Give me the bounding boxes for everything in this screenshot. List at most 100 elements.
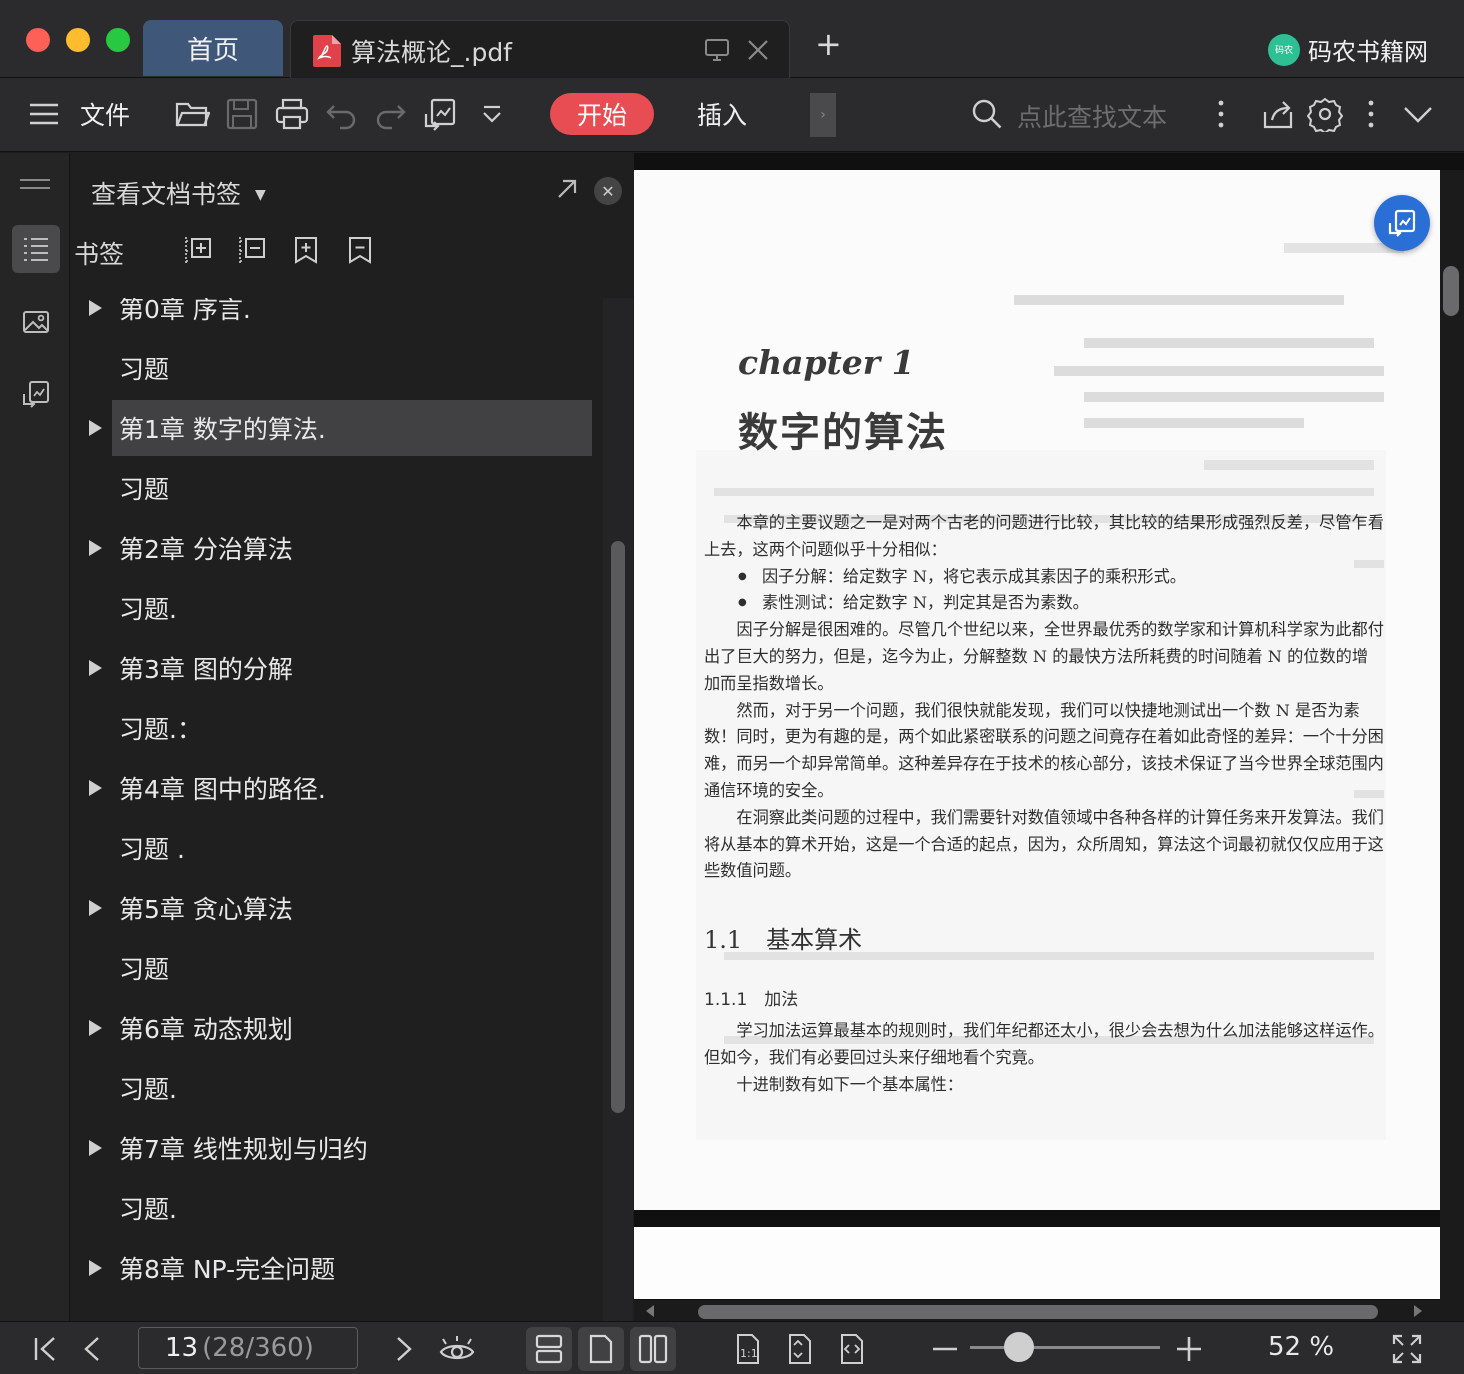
bookmark-exercises[interactable]: 习题.：	[112, 700, 592, 756]
monitor-icon[interactable]	[705, 39, 729, 61]
fit-width-icon[interactable]	[834, 1332, 868, 1366]
previous-page-icon[interactable]	[76, 1332, 110, 1366]
file-menu[interactable]: 文件	[80, 96, 130, 132]
more-vertical-icon[interactable]	[1206, 96, 1236, 132]
expand-caret-icon[interactable]	[87, 659, 103, 677]
scroll-left-arrow-icon[interactable]	[644, 1304, 656, 1318]
remove-bookmark-icon[interactable]	[345, 235, 375, 265]
expand-all-icon[interactable]	[183, 235, 213, 265]
addition-section-text: 学习加法运算最基本的规则时，我们年纪都还太小，很少会去想为什么加法能够这样运作。…	[704, 1017, 1384, 1098]
single-page-view-button[interactable]	[578, 1327, 624, 1371]
redo-icon[interactable]	[372, 96, 408, 132]
expand-caret-icon[interactable]	[87, 1259, 103, 1277]
print-icon[interactable]	[274, 96, 310, 132]
brand[interactable]: 码农 码农书籍网	[1268, 32, 1428, 67]
tab-document[interactable]: 算法概论_.pdf	[290, 20, 790, 78]
window-close-button[interactable]	[26, 28, 50, 52]
quick-access-dropdown-icon[interactable]	[474, 96, 510, 132]
close-tab-icon[interactable]	[747, 39, 769, 61]
bookmark-exercises[interactable]: 习题	[112, 460, 592, 516]
more-options-icon[interactable]	[1356, 96, 1386, 132]
bookmark-label: 第2章 分治算法	[119, 535, 293, 564]
fit-page-icon[interactable]	[782, 1332, 816, 1366]
document-vertical-scrollbar-thumb[interactable]	[1443, 266, 1459, 316]
first-page-icon[interactable]	[28, 1332, 62, 1366]
next-page-icon[interactable]	[386, 1332, 420, 1366]
add-bookmark-icon[interactable]	[291, 235, 321, 265]
undo-icon[interactable]	[324, 96, 360, 132]
sidebar-item-convert[interactable]	[12, 370, 60, 418]
bookmark-exercises[interactable]: 习题	[112, 340, 592, 396]
bookmark-chapter[interactable]: 第5章 贪心算法	[112, 880, 592, 936]
expand-caret-icon[interactable]	[87, 779, 103, 797]
expand-caret-icon[interactable]	[87, 539, 103, 557]
eye-care-icon[interactable]	[438, 1332, 476, 1366]
bookmark-chapter[interactable]: 第7章 线性规划与归约	[112, 1120, 592, 1176]
window-minimize-button[interactable]	[66, 28, 90, 52]
document-horizontal-scrollbar-thumb[interactable]	[698, 1305, 1378, 1319]
tab-insert[interactable]: 插入	[697, 96, 747, 132]
bookmark-label: 第5章 贪心算法	[119, 895, 293, 924]
chevron-down-icon[interactable]	[1400, 96, 1436, 132]
search-icon[interactable]	[970, 97, 1004, 131]
zoom-slider-thumb[interactable]	[1004, 1332, 1035, 1362]
open-folder-icon[interactable]	[174, 96, 210, 132]
document-vertical-scrollbar[interactable]	[1440, 170, 1464, 1300]
paragraph: 本章的主要议题之一是对两个古老的问题进行比较，其比较的结果形成强烈反差，尽管乍看…	[704, 513, 1384, 559]
actual-size-icon[interactable]: 1:1	[730, 1332, 764, 1366]
bookmark-label: 习题.：	[119, 715, 202, 744]
save-icon[interactable]	[224, 96, 260, 132]
bookmark-label: 习题.	[119, 595, 177, 624]
share-icon[interactable]	[1260, 96, 1296, 132]
document-horizontal-scrollbar[interactable]	[634, 1300, 1464, 1321]
pdf-file-icon	[313, 35, 341, 67]
gear-icon[interactable]	[1307, 96, 1343, 132]
bookmark-chapter[interactable]: 第3章 图的分解	[112, 640, 592, 696]
bookmark-list: 第0章 序言. 习题 第1章 数字的算法. 习题 第2章 分治算法 习题. 第3章 图的分解…	[71, 298, 601, 1321]
bookmark-chapter[interactable]: 第4章 图中的路径.	[112, 760, 592, 816]
panel-title-dropdown[interactable]: 查看文档书签 ▼	[91, 175, 266, 211]
document-view: chapter 1 数字的算法 本章的主要议题之一是对两个古老的问题进行比较，其…	[634, 153, 1464, 1321]
tab-home[interactable]: 首页	[143, 20, 283, 76]
menu-icon[interactable]	[26, 96, 62, 132]
zoom-slider[interactable]	[970, 1346, 1160, 1349]
panel-scrollbar-thumb[interactable]	[611, 541, 625, 1113]
zoom-level[interactable]: 52 %	[1268, 1332, 1334, 1362]
search-input[interactable]: 点此查找文本	[1017, 98, 1167, 134]
page-number-input[interactable]: 13 (28/360)	[138, 1327, 358, 1369]
fullscreen-icon[interactable]	[1390, 1332, 1424, 1366]
convert-floating-button[interactable]	[1374, 195, 1430, 251]
bookmark-chapter[interactable]: 第1章 数字的算法.	[112, 400, 592, 456]
expand-caret-icon[interactable]	[87, 1139, 103, 1157]
bookmark-exercises[interactable]: 习题 .	[112, 820, 592, 876]
sidebar-item-bookmarks[interactable]	[12, 225, 60, 273]
scroll-right-arrow-icon[interactable]	[1412, 1304, 1424, 1318]
collapse-all-icon[interactable]	[237, 235, 267, 265]
bookmark-exercises[interactable]: 习题.	[112, 1180, 592, 1236]
bookmark-exercises[interactable]: 习题	[112, 940, 592, 996]
pop-out-icon[interactable]	[555, 177, 579, 201]
expand-caret-icon[interactable]	[87, 899, 103, 917]
bookmark-chapter[interactable]: 第0章 序言.	[112, 298, 592, 336]
new-tab-button[interactable]: +	[815, 28, 842, 60]
bookmark-chapter[interactable]: 第6章 动态规划	[112, 1000, 592, 1056]
tab-home-label: 首页	[186, 35, 239, 66]
bookmark-chapter[interactable]: 第8章 NP-完全问题	[112, 1240, 592, 1296]
zoom-out-icon[interactable]	[928, 1332, 962, 1366]
window-maximize-button[interactable]	[106, 28, 130, 52]
expand-caret-icon[interactable]	[87, 299, 103, 317]
expand-caret-icon[interactable]	[87, 1019, 103, 1037]
two-page-view-button[interactable]	[630, 1327, 676, 1371]
tab-start[interactable]: 开始	[550, 93, 654, 135]
more-tabs-button[interactable]: ›	[810, 93, 836, 137]
bookmark-exercises[interactable]: 习题.	[112, 1060, 592, 1116]
collapse-handle-icon[interactable]	[18, 177, 52, 191]
zoom-in-icon[interactable]	[1172, 1332, 1206, 1366]
convert-document-icon[interactable]	[422, 96, 458, 132]
sidebar-item-thumbnails[interactable]	[12, 298, 60, 346]
continuous-scroll-view-button[interactable]	[526, 1327, 572, 1371]
bookmark-chapter[interactable]: 第2章 分治算法	[112, 520, 592, 576]
bookmark-exercises[interactable]: 习题.	[112, 580, 592, 636]
expand-caret-icon[interactable]	[87, 419, 103, 437]
panel-close-button[interactable]: ✕	[594, 177, 622, 205]
